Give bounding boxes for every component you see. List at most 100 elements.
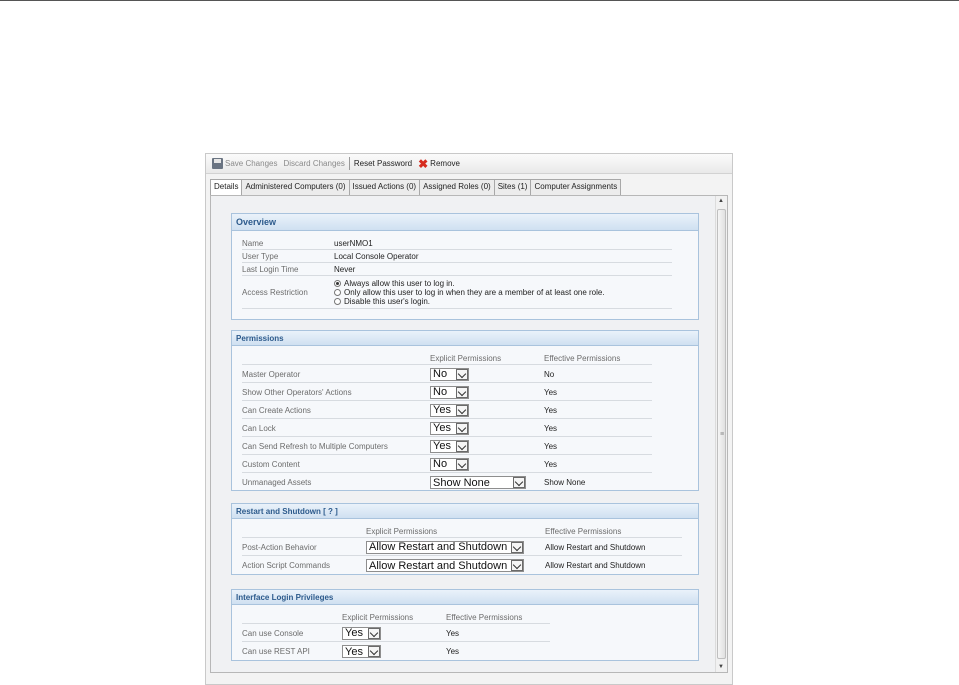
tab-sites[interactable]: Sites (1) <box>493 179 532 195</box>
reset-password-label: Reset Password <box>353 159 413 168</box>
effective-permissions-header: Effective Permissions <box>544 354 621 363</box>
interface-explicit-cell: Yes <box>342 645 446 658</box>
toolbar: Save Changes Discard Changes Reset Passw… <box>206 154 732 174</box>
perm-effective: Yes <box>544 459 558 469</box>
custom-content-select[interactable]: No <box>430 457 469 471</box>
restart-shutdown-header: Restart and Shutdown [ ? ] <box>232 504 698 519</box>
select-value: Yes <box>345 645 363 658</box>
explicit-permissions-header: Explicit Permissions <box>366 527 438 536</box>
remove-label: Remove <box>430 159 460 168</box>
scrollbar-thumb[interactable]: ≡ <box>717 209 726 659</box>
unmanaged-assets-select[interactable]: Show None <box>430 476 526 489</box>
save-changes-label: Save Changes <box>225 159 278 168</box>
help-link[interactable]: [ ? ] <box>323 507 338 516</box>
can-use-rest-api-select[interactable]: Yes <box>342 645 381 658</box>
perm-row-master-operator: Master Operator No No <box>242 366 652 383</box>
perm-label: Can Lock <box>242 423 276 433</box>
chevron-down-icon <box>513 477 525 488</box>
details-content: Overview Name userNMO1 User Type Local C… <box>211 196 715 672</box>
user-type-value: Local Console Operator <box>334 252 419 261</box>
access-restriction-row: Access Restriction Always allow this use… <box>242 277 672 309</box>
chevron-down-icon <box>456 458 468 470</box>
restart-label: Post-Action Behavior <box>242 542 317 552</box>
details-pane: Overview Name userNMO1 User Type Local C… <box>210 195 728 673</box>
interface-label: Can use REST API <box>242 647 310 656</box>
tab-issued-actions[interactable]: Issued Actions (0) <box>348 179 421 195</box>
perm-effective: Yes <box>544 387 558 397</box>
access-option-disable[interactable]: Disable this user's login. <box>334 297 605 306</box>
perm-explicit-cell: Show None <box>430 476 544 489</box>
tab-administered-computers[interactable]: Administered Computers (0) <box>241 179 350 195</box>
scroll-down-arrow-icon[interactable]: ▼ <box>718 664 724 670</box>
show-other-operators-select[interactable]: No <box>430 385 469 399</box>
perm-label: Can Create Actions <box>242 405 311 415</box>
name-label: Name <box>242 239 264 248</box>
permissions-header-row: Explicit Permissions Effective Permissio… <box>242 353 652 365</box>
perm-effective: Show None <box>544 478 586 487</box>
last-login-value: Never <box>334 265 356 274</box>
tab-strip: Details Administered Computers (0) Issue… <box>210 179 622 196</box>
select-value: No <box>433 368 448 380</box>
perm-effective: Yes <box>544 405 558 415</box>
tab-assigned-roles[interactable]: Assigned Roles (0) <box>419 179 495 195</box>
restart-explicit-cell: Allow Restart and Shutdown <box>366 559 545 572</box>
select-value: Yes <box>345 627 363 639</box>
tab-computer-assignments[interactable]: Computer Assignments <box>530 179 622 195</box>
save-changes-button[interactable]: Save Changes <box>209 156 280 172</box>
chevron-down-icon <box>368 627 380 639</box>
can-lock-select[interactable]: Yes <box>430 421 469 435</box>
perm-row-custom-content: Custom Content No Yes <box>242 456 652 473</box>
can-send-refresh-select[interactable]: Yes <box>430 439 469 453</box>
overview-title: Overview <box>232 214 698 231</box>
perm-explicit-cell: No <box>430 367 544 381</box>
perm-label: Master Operator <box>242 369 301 379</box>
top-border-line <box>0 0 959 1</box>
radio-unselected-icon <box>334 289 341 296</box>
master-operator-select[interactable]: No <box>430 367 469 381</box>
user-type-label: User Type <box>242 252 279 261</box>
perm-explicit-cell: No <box>430 385 544 399</box>
effective-permissions-header: Effective Permissions <box>545 527 622 536</box>
restart-shutdown-title: Restart and Shutdown <box>236 507 321 516</box>
restart-header-row: Explicit Permissions Effective Permissio… <box>242 526 682 538</box>
select-value: No <box>433 458 448 470</box>
perm-effective: Yes <box>544 441 558 451</box>
select-value: Allow Restart and Shutdown <box>369 559 508 572</box>
remove-button[interactable]: ✖ Remove <box>415 156 463 172</box>
interface-header-row: Explicit Permissions Effective Permissio… <box>242 612 550 624</box>
perm-explicit-cell: Yes <box>430 421 544 435</box>
remove-x-icon: ✖ <box>418 156 429 171</box>
restart-label: Action Script Commands <box>242 561 331 570</box>
interface-login-title: Interface Login Privileges <box>232 590 698 605</box>
perm-label: Custom Content <box>242 459 300 469</box>
restart-explicit-cell: Allow Restart and Shutdown <box>366 540 545 554</box>
access-option-role[interactable]: Only allow this user to log in when they… <box>334 288 605 297</box>
scroll-up-arrow-icon[interactable]: ▲ <box>718 198 724 204</box>
discard-changes-button[interactable]: Discard Changes <box>280 156 347 172</box>
chevron-down-icon <box>456 440 468 452</box>
restart-row-action-script: Action Script Commands Allow Restart and… <box>242 557 682 574</box>
interface-row-rest-api: Can use REST API Yes Yes <box>242 643 550 660</box>
post-action-behavior-select[interactable]: Allow Restart and Shutdown <box>366 540 524 554</box>
perm-row-can-lock: Can Lock Yes Yes <box>242 420 652 437</box>
select-value: Yes <box>433 440 451 452</box>
perm-row-unmanaged-assets: Unmanaged Assets Show None Show None <box>242 474 652 491</box>
radio-unselected-icon <box>334 298 341 305</box>
interface-explicit-cell: Yes <box>342 626 446 640</box>
chevron-down-icon <box>456 422 468 434</box>
action-script-commands-select[interactable]: Allow Restart and Shutdown <box>366 559 524 572</box>
access-option-always[interactable]: Always allow this user to log in. <box>334 279 605 288</box>
can-use-console-select[interactable]: Yes <box>342 626 381 640</box>
name-row: Name userNMO1 <box>242 238 672 250</box>
can-create-actions-select[interactable]: Yes <box>430 403 469 417</box>
permissions-title: Permissions <box>232 331 698 346</box>
reset-password-button[interactable]: Reset Password <box>351 156 415 172</box>
interface-label: Can use Console <box>242 628 304 638</box>
perm-row-can-create-actions: Can Create Actions Yes Yes <box>242 402 652 419</box>
perm-effective: No <box>544 369 555 379</box>
vertical-scrollbar[interactable]: ▲ ≡ ▼ <box>715 196 727 672</box>
tab-details[interactable]: Details <box>210 179 243 196</box>
last-login-label: Last Login Time <box>242 265 299 274</box>
perm-label: Can Send Refresh to Multiple Computers <box>242 441 388 451</box>
perm-explicit-cell: Yes <box>430 403 544 417</box>
